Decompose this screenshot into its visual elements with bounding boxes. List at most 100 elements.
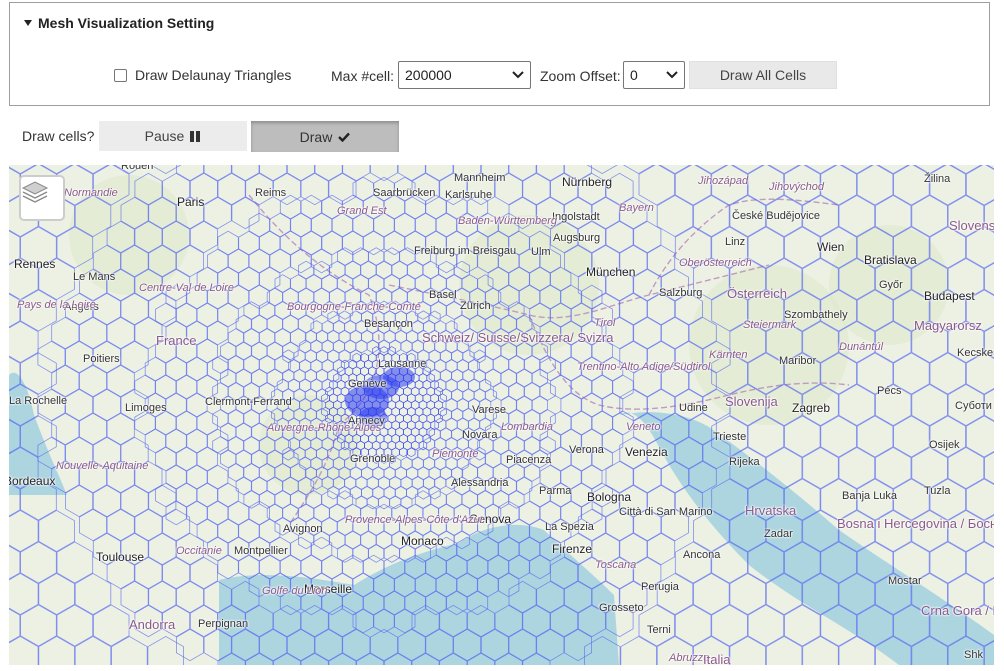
place-label: Andorra <box>129 617 176 632</box>
place-label: Österreich <box>727 286 787 301</box>
place-label: Bourgogne-Franche-Comté <box>287 301 421 313</box>
place-label: Ingolstadt <box>552 211 600 223</box>
place-label: Italia <box>703 652 731 665</box>
mesh-cell <box>399 447 408 458</box>
place-label: Perpignan <box>198 618 249 630</box>
dense-mesh-area <box>383 367 415 387</box>
mesh-cell <box>732 165 764 175</box>
place-label: Žilina <box>924 173 951 185</box>
place-label: Lombardia <box>501 421 553 433</box>
delaunay-checkbox-label[interactable]: Draw Delaunay Triangles <box>135 67 291 83</box>
mesh-cell <box>231 165 260 182</box>
place-label: Crna Gora / Црна Гора <box>921 603 994 618</box>
place-label: Limoges <box>125 402 167 414</box>
place-label: Toulouse <box>96 550 145 564</box>
place-label: Kecsken <box>957 347 994 359</box>
draw-all-cells-label: Draw All Cells <box>719 67 807 83</box>
place-label: Bayern <box>619 202 654 214</box>
place-label: Novara <box>462 429 498 441</box>
mesh-cell <box>965 541 994 584</box>
pause-button[interactable]: Pause <box>99 121 247 151</box>
max-cell-select[interactable]: 200000 <box>398 61 531 89</box>
place-label: Golfe du Lion <box>262 585 328 597</box>
mesh-cell <box>986 165 994 170</box>
place-label: Besançon <box>364 318 413 330</box>
place-label: Bologna <box>587 490 632 504</box>
mesh-cell <box>586 165 618 175</box>
place-label: Schweiz/ Suisse/Svizzera/ Svizra <box>422 330 614 345</box>
max-cell-value: 200000 <box>405 67 452 83</box>
mesh-cell <box>877 165 909 175</box>
layers-button[interactable] <box>19 175 65 221</box>
draw-button[interactable]: Draw <box>251 121 399 152</box>
mesh-cell <box>965 415 994 458</box>
place-label: České Budějovice <box>732 210 821 222</box>
place-label: Verona <box>569 444 604 456</box>
pause-icon <box>190 130 201 142</box>
draw-cells-question: Draw cells? <box>22 128 95 144</box>
place-label: Nouvelle-Aquitaine <box>56 460 149 472</box>
place-label: Le Mans <box>73 271 116 283</box>
delaunay-checkbox-group[interactable]: Draw Delaunay Triangles <box>114 67 291 83</box>
place-label: Centre-Val de Loire <box>139 282 234 294</box>
place-label: Osijek <box>929 439 960 451</box>
panel-title: Mesh Visualization Setting <box>38 15 215 31</box>
place-label: Venezia <box>625 445 668 459</box>
mesh-cell <box>111 635 148 665</box>
place-label: La Rochelle <box>9 395 68 407</box>
place-label: Grosseto <box>599 602 644 614</box>
place-label: Szombathely <box>784 309 848 321</box>
place-label: Zadar <box>764 528 793 540</box>
place-label: Trieste <box>713 431 747 443</box>
mesh-cell <box>620 635 657 665</box>
mesh-cell <box>984 451 994 485</box>
place-label: Salzburg <box>659 287 703 299</box>
draw-controls: Draw cells? Pause Draw <box>0 121 1004 152</box>
place-label: Ulm <box>531 246 551 258</box>
place-label: Poitiers <box>83 353 120 365</box>
place-label: Toscana <box>595 559 637 571</box>
place-label: Avignon <box>283 523 323 535</box>
place-label: Piacenza <box>506 454 552 466</box>
delaunay-checkbox[interactable] <box>114 68 127 82</box>
mesh-cell <box>965 478 994 521</box>
zoom-offset-value: 0 <box>630 67 638 83</box>
mesh-cell <box>430 301 447 320</box>
place-label: Bosna i Hercegovina / Босна и Херцеговин… <box>837 516 994 531</box>
draw-label: Draw <box>299 128 333 145</box>
place-label: Mostar <box>888 575 922 587</box>
mesh-cell <box>802 635 839 665</box>
place-label: Hrvatska <box>745 503 797 518</box>
place-label: Udine <box>679 402 708 414</box>
mesh-map[interactable]: Rouen Normandie Reims Paris Grand Est Saarbrü… <box>9 165 994 665</box>
place-label: Basel <box>429 289 457 301</box>
mesh-cell <box>378 495 390 510</box>
place-label: Paris <box>177 195 205 209</box>
place-label: Tuzla <box>924 485 951 497</box>
mesh-cell <box>765 635 803 665</box>
place-label: Piemonte <box>432 448 479 460</box>
draw-all-cells-button[interactable]: Draw All Cells <box>689 61 837 89</box>
place-label: Normandie <box>64 187 118 199</box>
place-label: Augsburg <box>553 232 601 244</box>
zoom-offset-select[interactable]: 0 <box>623 61 685 89</box>
place-label: La Spezia <box>545 521 594 533</box>
place-label: Occitanie <box>176 545 222 557</box>
caret-down-icon <box>24 20 32 26</box>
place-label: Città di San Marino <box>619 506 713 518</box>
mesh-cell <box>9 635 39 665</box>
panel-toggle[interactable]: Mesh Visualization Setting <box>24 15 214 31</box>
place-label: Montpellier <box>234 545 288 557</box>
place-label: Mannheim <box>454 172 506 184</box>
place-label: Rennes <box>14 257 56 271</box>
place-label: Freiburg im Breisgau <box>414 245 517 257</box>
mesh-cell <box>9 509 39 553</box>
place-label: Wien <box>817 240 845 254</box>
mesh-cell <box>536 165 565 182</box>
place-label: Banja Luka <box>842 490 898 502</box>
mesh-cell <box>369 165 399 182</box>
place-label: Jihozápad <box>698 175 749 187</box>
place-label: Budapest <box>924 289 975 303</box>
place-label: Pays de la Loire <box>17 299 96 311</box>
place-label: Magyarorsz <box>914 318 982 333</box>
